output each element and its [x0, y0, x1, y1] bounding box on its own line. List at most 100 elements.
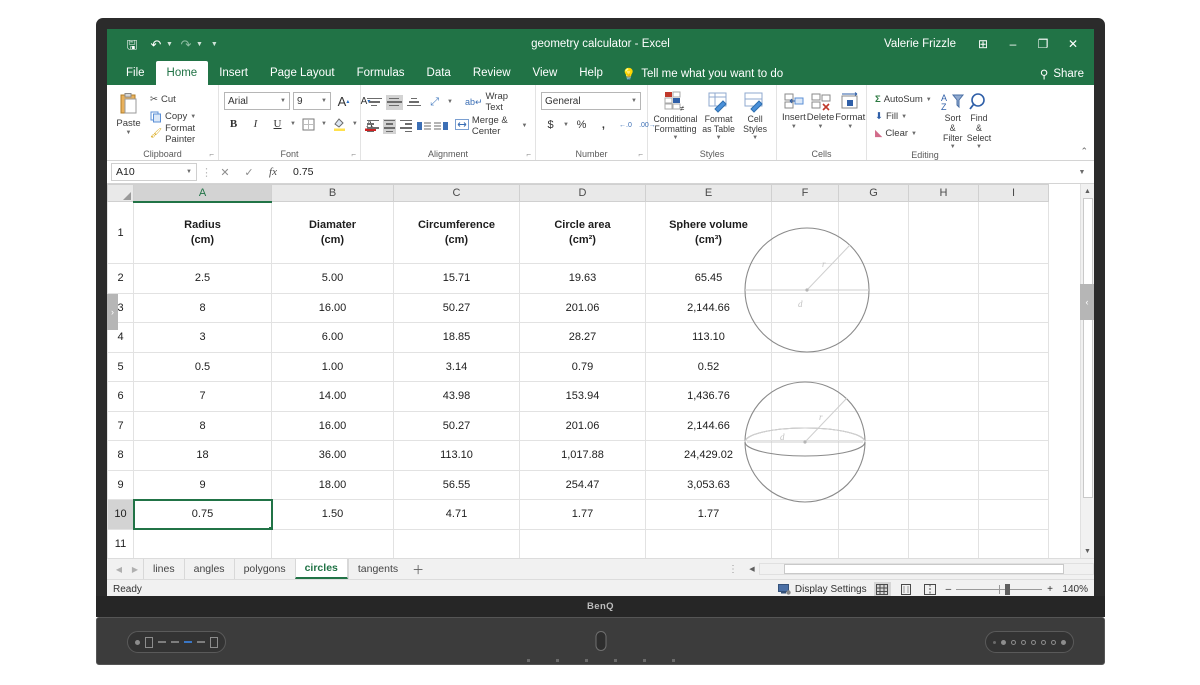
- cell-c8[interactable]: 113.10: [394, 441, 520, 471]
- format-cells-button[interactable]: Format ▼: [835, 90, 865, 130]
- cell-d5[interactable]: 0.79: [520, 352, 646, 382]
- cell-e10[interactable]: 1.77: [646, 500, 772, 530]
- horizontal-scrollbar[interactable]: [759, 563, 1094, 575]
- format-painter-button[interactable]: 🖌 Format Painter: [147, 125, 213, 142]
- minimize-button[interactable]: –: [998, 29, 1028, 59]
- copy-chevron-down-icon[interactable]: ▼: [190, 114, 196, 120]
- cell-b7[interactable]: 16.00: [272, 411, 394, 441]
- format-as-table-button[interactable]: Format as Table ▼: [699, 89, 738, 141]
- currency-format-icon[interactable]: $: [541, 116, 560, 135]
- cell-c3[interactable]: 50.27: [394, 293, 520, 323]
- delete-chevron-down-icon[interactable]: ▼: [818, 124, 824, 130]
- align-top-icon[interactable]: [366, 95, 383, 110]
- font-size-select[interactable]: 9 ▼: [293, 92, 331, 110]
- collapse-pane-icon[interactable]: ‹: [1080, 284, 1094, 320]
- cell-g5[interactable]: [839, 352, 909, 382]
- cell-b5[interactable]: 1.00: [272, 352, 394, 382]
- fill-color-icon[interactable]: [330, 115, 349, 134]
- cell-g8[interactable]: [839, 441, 909, 471]
- page-layout-view-icon[interactable]: [898, 582, 915, 597]
- zoom-in-button[interactable]: +: [1047, 584, 1053, 595]
- cell-b8[interactable]: 36.00: [272, 441, 394, 471]
- next-sheet-icon[interactable]: ▶: [127, 565, 143, 574]
- cell-e4[interactable]: 113.10: [646, 323, 772, 353]
- cell-i5[interactable]: [979, 352, 1049, 382]
- row-header-7[interactable]: 7: [108, 411, 134, 441]
- tab-insert[interactable]: Insert: [208, 61, 259, 85]
- account-name[interactable]: Valerie Frizzle: [884, 38, 956, 50]
- zoom-track[interactable]: [956, 589, 1042, 590]
- previous-sheet-icon[interactable]: ◀: [111, 565, 127, 574]
- fill-button[interactable]: ⬇ Fill ▼: [872, 108, 935, 125]
- underline-chevron-down-icon[interactable]: ▼: [290, 121, 296, 127]
- increase-indent-icon[interactable]: [434, 117, 449, 136]
- format-chevron-down-icon[interactable]: ▼: [847, 124, 853, 130]
- cell-b2[interactable]: 5.00: [272, 264, 394, 294]
- display-settings-button[interactable]: Display Settings: [778, 584, 867, 595]
- orientation-chevron-down-icon[interactable]: ▼: [447, 99, 453, 105]
- tab-data[interactable]: Data: [416, 61, 462, 85]
- down-button-icon[interactable]: [1031, 640, 1036, 645]
- column-header-h[interactable]: H: [909, 185, 979, 202]
- align-right-icon[interactable]: [399, 119, 413, 134]
- cell-b11[interactable]: [272, 529, 394, 558]
- redo-chevron-down-icon[interactable]: ▼: [196, 41, 203, 48]
- cell-e1[interactable]: Sphere volume (cm³): [646, 202, 772, 264]
- cell-h5[interactable]: [909, 352, 979, 382]
- cell-c11[interactable]: [394, 529, 520, 558]
- column-header-d[interactable]: D: [520, 185, 646, 202]
- cell-i11[interactable]: [979, 529, 1049, 558]
- conditional-formatting-chevron-down-icon[interactable]: ▼: [672, 135, 678, 141]
- tab-view[interactable]: View: [522, 61, 569, 85]
- number-format-select[interactable]: General ▼: [541, 92, 641, 110]
- cell-d4[interactable]: 28.27: [520, 323, 646, 353]
- add-sheet-icon[interactable]: ＋: [407, 561, 429, 578]
- cell-d8[interactable]: 1,017.88: [520, 441, 646, 471]
- column-header-b[interactable]: B: [272, 185, 394, 202]
- bold-button[interactable]: B: [224, 115, 243, 134]
- cell-f8[interactable]: [772, 441, 839, 471]
- cell-e5[interactable]: 0.52: [646, 352, 772, 382]
- increase-font-size-icon[interactable]: A▴: [334, 92, 353, 111]
- increase-decimal-icon[interactable]: ←.0: [616, 116, 635, 135]
- alignment-dialog-launcher-icon[interactable]: ⌐: [526, 150, 531, 159]
- comma-format-icon[interactable]: ,: [594, 116, 613, 135]
- merge-center-button[interactable]: Merge & Center ▼: [452, 118, 531, 135]
- cell-i3[interactable]: [979, 293, 1049, 323]
- scroll-left-arrow-icon[interactable]: ◀: [745, 565, 759, 573]
- align-center-icon[interactable]: [383, 119, 397, 134]
- close-button[interactable]: ✕: [1058, 29, 1088, 59]
- cell-e7[interactable]: 2,144.66: [646, 411, 772, 441]
- cell-h4[interactable]: [909, 323, 979, 353]
- merge-center-chevron-down-icon[interactable]: ▼: [522, 123, 528, 129]
- underline-button[interactable]: U: [268, 115, 287, 134]
- select-all-corner[interactable]: [108, 185, 134, 202]
- undo-icon[interactable]: ↶: [145, 33, 167, 55]
- cell-b6[interactable]: 14.00: [272, 382, 394, 412]
- cell-f1[interactable]: [772, 202, 839, 264]
- paste-chevron-down-icon[interactable]: ▼: [126, 130, 132, 136]
- decrease-indent-icon[interactable]: [416, 117, 431, 136]
- right-control-pod[interactable]: [985, 631, 1074, 653]
- scroll-down-arrow-icon[interactable]: ▼: [1081, 544, 1095, 558]
- row-header-1[interactable]: 1: [108, 202, 134, 264]
- clipboard-dialog-launcher-icon[interactable]: ⌐: [209, 150, 214, 159]
- autosum-button[interactable]: Σ AutoSum ▼: [872, 91, 935, 108]
- cell-b4[interactable]: 6.00: [272, 323, 394, 353]
- save-icon[interactable]: 🖫: [121, 33, 143, 55]
- cell-d3[interactable]: 201.06: [520, 293, 646, 323]
- cell-f6[interactable]: [772, 382, 839, 412]
- cell-f5[interactable]: [772, 352, 839, 382]
- vertical-scroll-thumb[interactable]: [1083, 198, 1093, 498]
- cell-g2[interactable]: [839, 264, 909, 294]
- cell-b10[interactable]: 1.50: [272, 500, 394, 530]
- cell-d2[interactable]: 19.63: [520, 264, 646, 294]
- cell-h9[interactable]: [909, 470, 979, 500]
- undo-chevron-down-icon[interactable]: ▼: [166, 41, 173, 48]
- cell-c4[interactable]: 18.85: [394, 323, 520, 353]
- up-button-icon[interactable]: [1021, 640, 1026, 645]
- cell-g3[interactable]: [839, 293, 909, 323]
- tell-me-box[interactable]: 💡 Tell me what you want to do: [622, 67, 783, 85]
- cell-i10[interactable]: [979, 500, 1049, 530]
- conditional-formatting-button[interactable]: ≠ Conditional Formatting ▼: [653, 89, 698, 141]
